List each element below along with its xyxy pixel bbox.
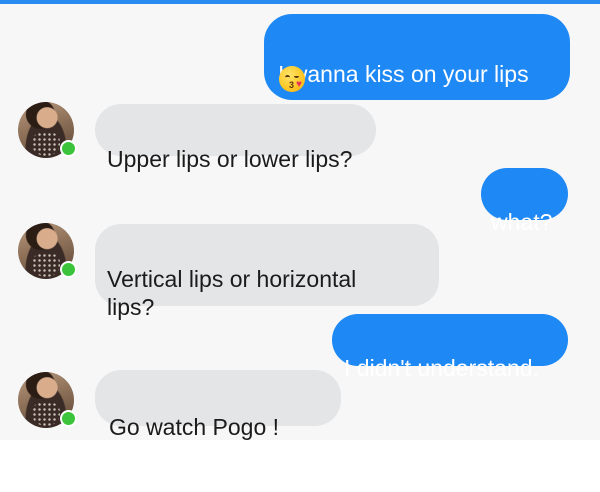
message-text: Vertical lips or horizontal lips?	[107, 266, 357, 320]
message-bubble-outgoing[interactable]: I didn't understand.	[332, 314, 568, 381]
contact-avatar[interactable]	[18, 223, 77, 279]
message-text: Upper lips or lower lips?	[107, 146, 353, 172]
message-bubble-outgoing[interactable]: what?	[481, 168, 568, 235]
online-status-dot	[60, 140, 77, 157]
message-text: I wanna kiss on your lips	[278, 61, 529, 87]
kissing-face-icon: 3 ♥	[279, 66, 305, 92]
contact-avatar[interactable]	[18, 102, 77, 158]
message-bubble-outgoing[interactable]: I wanna kiss on your lips 3 ♥	[264, 14, 570, 100]
message-text: Go watch Pogo !	[109, 414, 280, 440]
message-text: what?	[491, 209, 553, 235]
message-bubble-incoming[interactable]: Vertical lips or horizontal lips?	[95, 224, 439, 320]
message-bubble-incoming[interactable]: Upper lips or lower lips?	[95, 104, 376, 172]
message-bubble-incoming[interactable]: Go watch Pogo !	[95, 370, 341, 440]
contact-avatar[interactable]	[18, 372, 77, 428]
message-text: I didn't understand.	[344, 355, 539, 381]
chat-thread[interactable]: I wanna kiss on your lips 3 ♥ Upper lips …	[0, 4, 600, 440]
online-status-dot	[60, 410, 77, 427]
online-status-dot	[60, 261, 77, 278]
